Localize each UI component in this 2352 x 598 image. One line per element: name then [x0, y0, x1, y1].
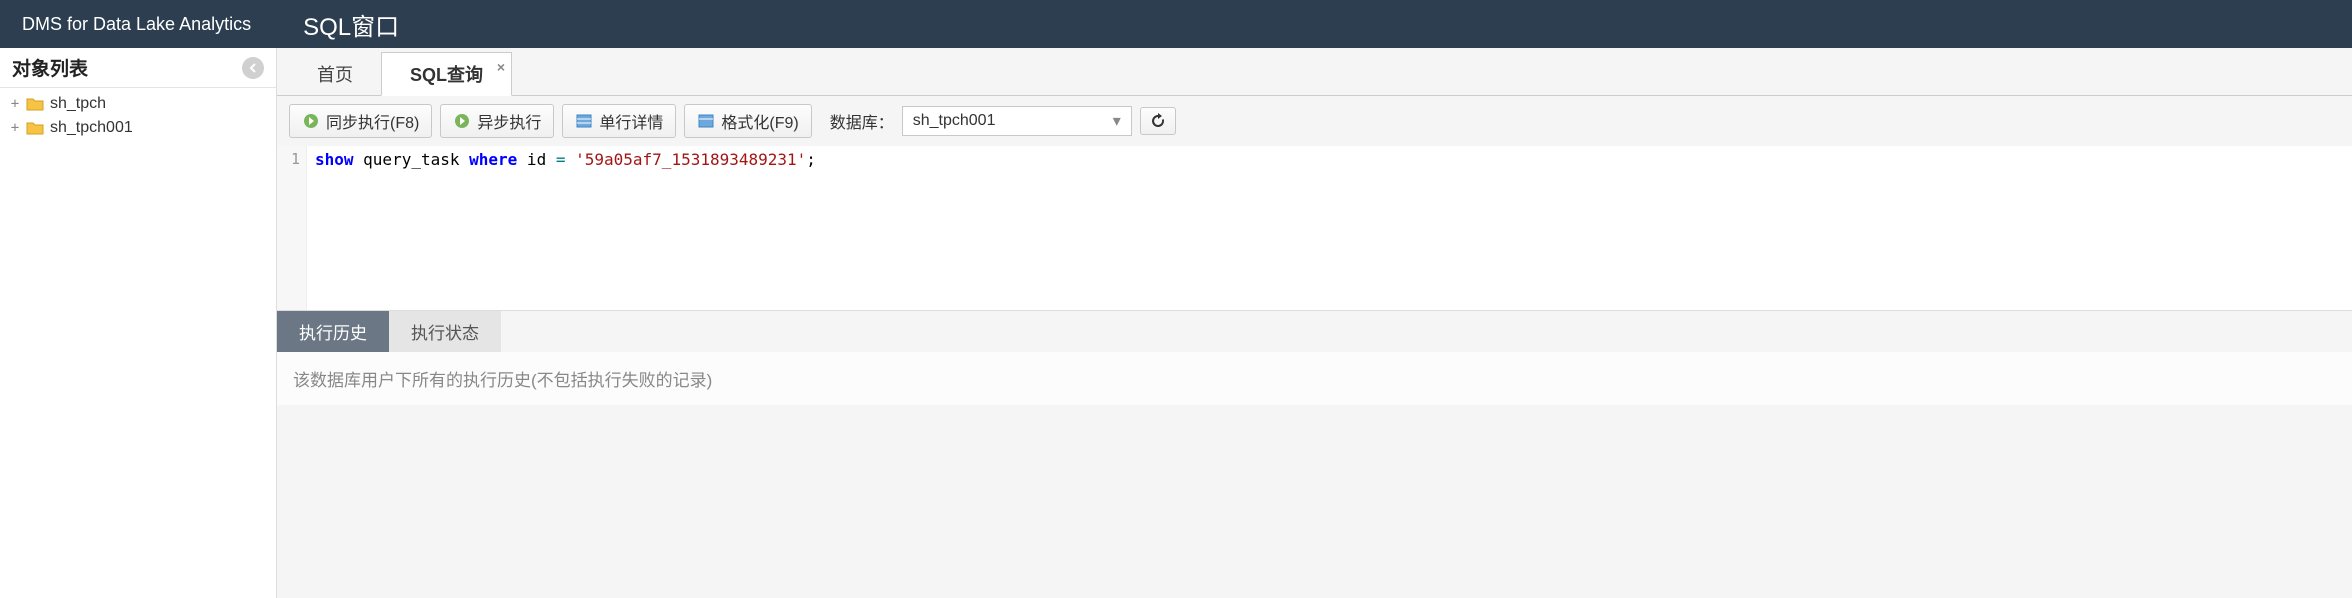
button-label: 同步执行(F8)	[326, 109, 419, 133]
tab-home[interactable]: 首页	[289, 53, 381, 95]
folder-icon	[26, 97, 44, 111]
product-name: DMS for Data Lake Analytics	[0, 14, 273, 35]
editor-gutter: 1	[277, 146, 307, 310]
object-tree: + sh_tpch + sh_tpch001	[0, 88, 276, 144]
refresh-icon	[1149, 112, 1167, 130]
tree-expand-icon[interactable]: +	[8, 97, 22, 111]
sync-run-button[interactable]: 同步执行(F8)	[289, 104, 432, 138]
database-select[interactable]: sh_tpch001 ▾	[902, 106, 1132, 136]
tree-node-sh_tpch[interactable]: + sh_tpch	[0, 92, 276, 116]
table-icon	[575, 112, 593, 130]
tree-expand-icon[interactable]: +	[8, 121, 22, 135]
tree-node-label: sh_tpch	[50, 95, 106, 113]
async-run-button[interactable]: 异步执行	[440, 104, 554, 138]
database-label: 数据库：	[830, 109, 894, 133]
database-selected-value: sh_tpch001	[913, 112, 996, 130]
tab-label: 执行历史	[299, 324, 367, 343]
history-note: 该数据库用户下所有的执行历史(不包括执行失败的记录)	[277, 352, 2352, 405]
sql-editor[interactable]: 1 show query_task where id = '59a05af7_1…	[277, 146, 2352, 310]
bottom-tabs: 执行历史 执行状态	[277, 310, 2352, 352]
gear-run-icon	[302, 112, 320, 130]
table-icon	[697, 112, 715, 130]
header-title: SQL窗口	[273, 7, 429, 42]
sidebar-title: 对象列表	[12, 54, 88, 81]
sidebar: 对象列表 + sh_tpch + sh_tpch001	[0, 48, 277, 598]
refresh-button[interactable]	[1140, 107, 1176, 135]
tab-exec-history[interactable]: 执行历史	[277, 311, 389, 352]
row-detail-button[interactable]: 单行详情	[562, 104, 676, 138]
button-label: 单行详情	[599, 109, 663, 133]
sidebar-collapse-button[interactable]	[242, 57, 264, 79]
tree-node-sh_tpch001[interactable]: + sh_tpch001	[0, 116, 276, 140]
chevron-down-icon: ▾	[1113, 111, 1121, 131]
tab-label: 首页	[317, 65, 353, 85]
toolbar: 同步执行(F8) 异步执行 单行详情 格式化(F9) 数据库：	[277, 96, 2352, 146]
chevron-left-icon	[248, 63, 258, 73]
folder-icon	[26, 121, 44, 135]
main-tabs: 首页 SQL查询 ×	[277, 48, 2352, 96]
tab-exec-status[interactable]: 执行状态	[389, 311, 501, 352]
gear-run-icon	[453, 112, 471, 130]
main-area: 首页 SQL查询 × 同步执行(F8) 异步执行	[277, 48, 2352, 598]
close-icon[interactable]: ×	[497, 59, 505, 75]
tree-node-label: sh_tpch001	[50, 119, 133, 137]
editor-content[interactable]: show query_task where id = '59a05af7_153…	[307, 146, 2352, 310]
line-number: 1	[277, 150, 300, 168]
button-label: 异步执行	[477, 109, 541, 133]
tab-label: SQL查询	[410, 65, 483, 85]
tab-label: 执行状态	[411, 324, 479, 343]
tab-sql-query[interactable]: SQL查询 ×	[381, 52, 512, 96]
header-bar: DMS for Data Lake Analytics SQL窗口	[0, 0, 2352, 48]
sidebar-header: 对象列表	[0, 48, 276, 88]
format-button[interactable]: 格式化(F9)	[684, 104, 811, 138]
button-label: 格式化(F9)	[721, 109, 798, 133]
